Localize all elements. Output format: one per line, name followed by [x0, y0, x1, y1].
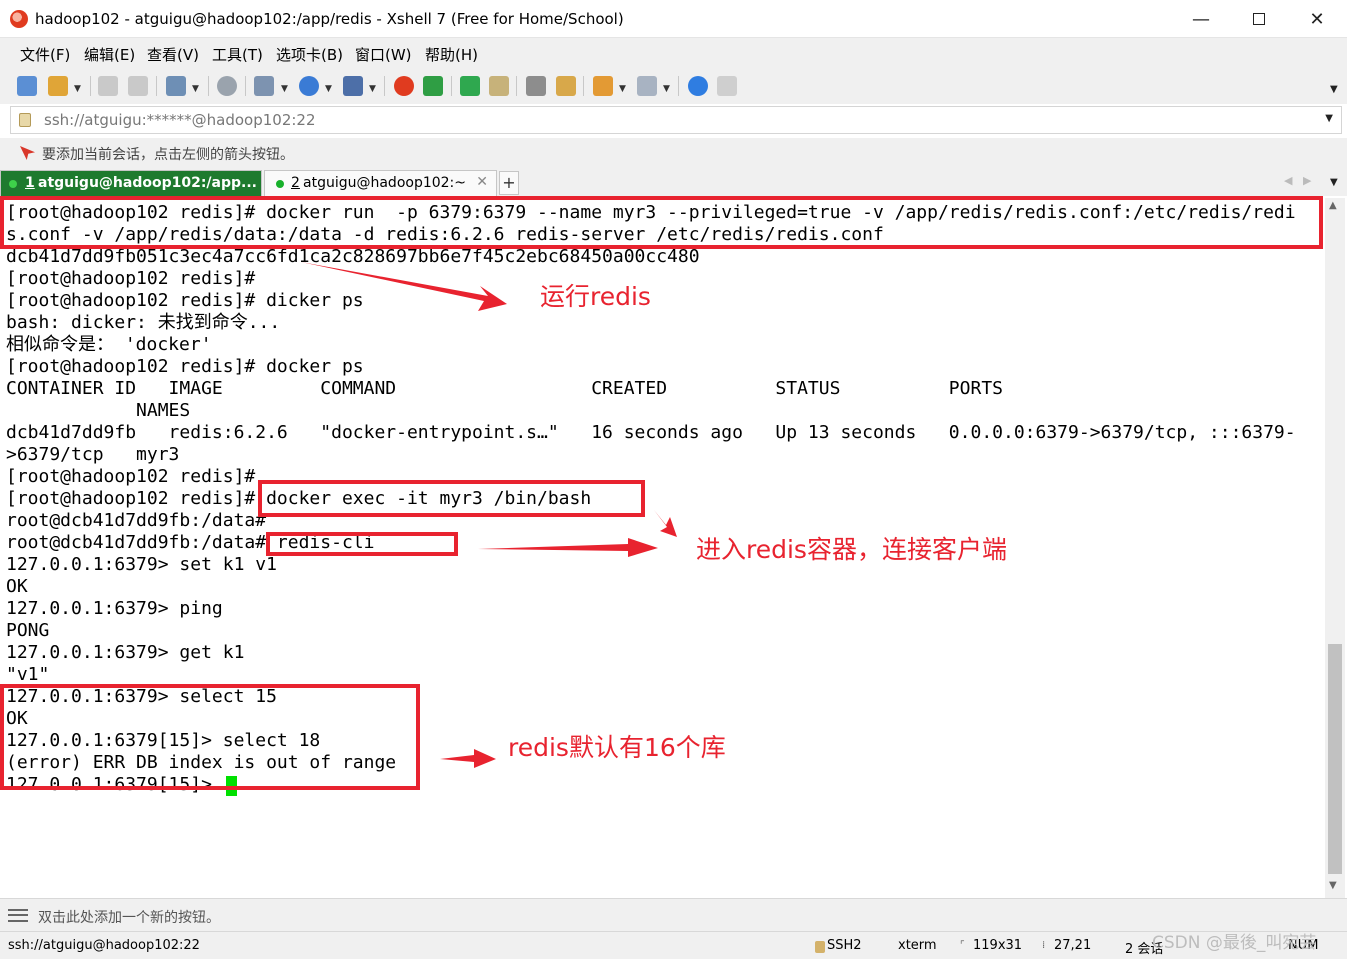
size-icon: ⌜ [960, 940, 965, 951]
lock-icon [815, 941, 825, 953]
status-bar: ssh://atguigu@hadoop102:22 SSH2 xterm ⌜ … [0, 931, 1347, 959]
exec-arrow [654, 510, 677, 537]
quick-command-bar[interactable]: 双击此处添加一个新的按钮。 [0, 898, 1347, 931]
status-cursor: 27,21 [1054, 938, 1092, 953]
menu-icon[interactable] [8, 909, 28, 922]
status-protocol: SSH2 [827, 938, 862, 953]
redis-cli-arrow [478, 538, 658, 557]
status-size: 119x31 [973, 938, 1023, 953]
annotation-db-count: redis默认有16个库 [508, 733, 726, 762]
annotation-enter-container: 进入redis容器，连接客户端 [696, 535, 1007, 564]
status-connection: ssh://atguigu@hadoop102:22 [8, 938, 200, 953]
quick-command-hint: 双击此处添加一个新的按钮。 [38, 910, 220, 926]
status-terminal-type: xterm [898, 938, 937, 953]
annotation-run-redis: 运行redis [540, 282, 651, 311]
csdn-watermark: CSDN @最後_叫宛芸 [1152, 933, 1317, 953]
cursor-position-icon: ⁞ [1042, 940, 1046, 951]
run-redis-arrow [301, 262, 507, 311]
annotation-arrows [301, 262, 677, 768]
db-count-arrow [440, 749, 496, 768]
